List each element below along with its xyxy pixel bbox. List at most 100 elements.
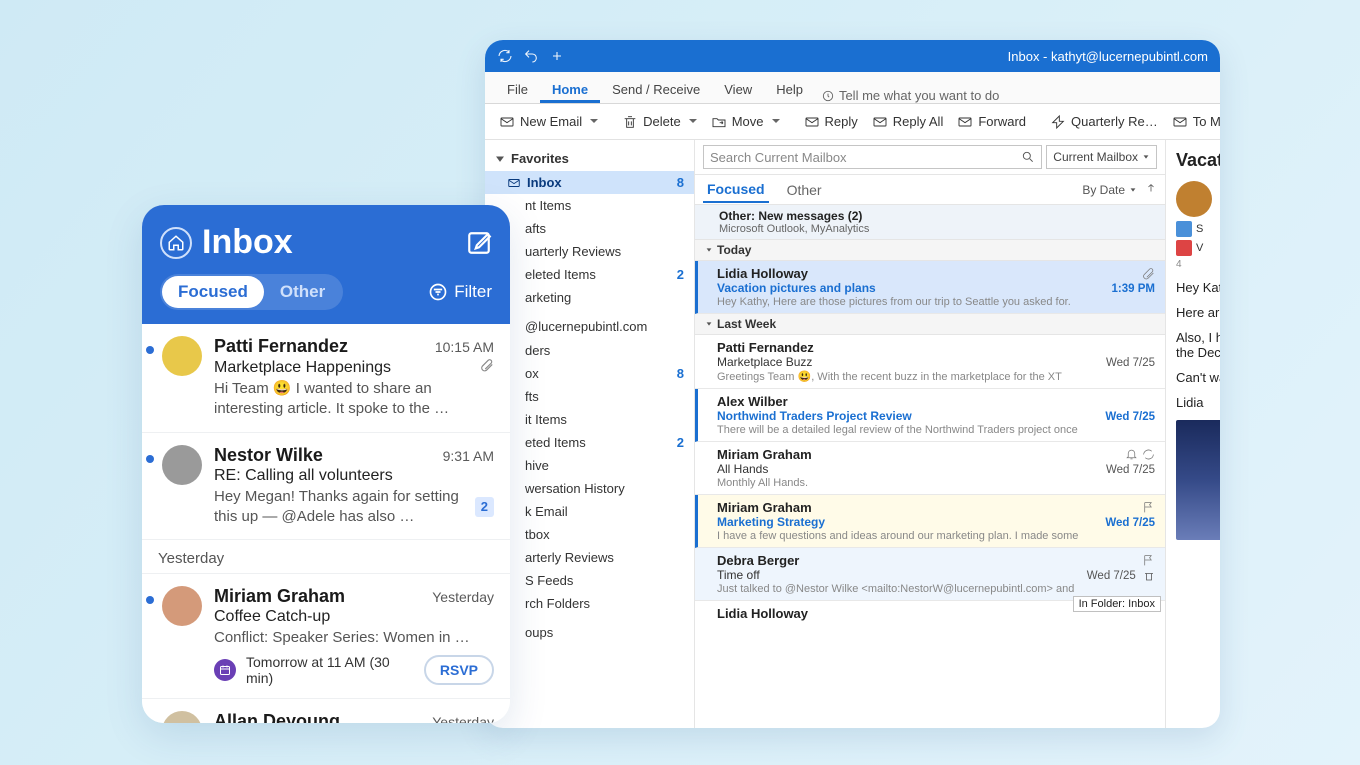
- mail-row[interactable]: Miriam Graham All HandsWed 7/25 Monthly …: [695, 442, 1165, 495]
- date-section-header: Yesterday: [142, 540, 510, 574]
- tab-file[interactable]: File: [495, 76, 540, 103]
- bell-icon: [1125, 448, 1138, 461]
- window-title: Inbox - kathyt@lucernepubintl.com: [1008, 49, 1208, 64]
- mail-time: 9:31 AM: [443, 448, 494, 464]
- outlook-desktop-window: Inbox - kathyt@lucernepubintl.com File H…: [485, 40, 1220, 728]
- folder-item[interactable]: wersation History: [485, 477, 694, 500]
- reading-pane: Vacat S V 4 Hey Katl Here are Also, I ht…: [1165, 140, 1220, 728]
- tab-other[interactable]: Other: [783, 178, 826, 202]
- mail-subject: Coffee Catch-up: [214, 608, 330, 626]
- sync-icon[interactable]: [497, 48, 513, 64]
- ribbon-commands: New Email Delete Move Reply Reply All Fo…: [485, 104, 1220, 140]
- avatar: [162, 445, 202, 485]
- sort-by-dropdown[interactable]: By Date: [1082, 183, 1137, 197]
- home-icon[interactable]: [160, 227, 192, 259]
- mobile-header: Inbox Focused Other Filter: [142, 205, 510, 324]
- mobile-mail-item[interactable]: Patti Fernandez 10:15 AM Marketplace Hap…: [142, 324, 510, 433]
- date-group-lastweek[interactable]: Last Week: [695, 314, 1165, 335]
- avatar: [162, 711, 202, 723]
- rsvp-time: Tomorrow at 11 AM (30 min): [246, 654, 414, 686]
- mobile-title: Inbox: [202, 223, 466, 262]
- paperclip-icon: [1142, 267, 1155, 280]
- paperclip-icon: [480, 358, 494, 377]
- folder-item[interactable]: it Items: [485, 408, 694, 431]
- folder-sent-items[interactable]: nt Items: [485, 194, 694, 217]
- focus-pill-group: Focused Other: [160, 274, 343, 310]
- favorites-header[interactable]: Favorites: [485, 146, 694, 171]
- folder-item[interactable]: k Email: [485, 500, 694, 523]
- sort-direction-icon[interactable]: [1137, 182, 1157, 197]
- undo-icon[interactable]: [523, 48, 539, 64]
- sender-name: Miriam Graham: [214, 586, 432, 607]
- filter-button[interactable]: Filter: [428, 282, 492, 302]
- folder-item[interactable]: S Feeds: [485, 569, 694, 592]
- tell-me-input[interactable]: Tell me what you want to do: [821, 88, 999, 103]
- mobile-inbox-card: Inbox Focused Other Filter Patti Fernand…: [142, 205, 510, 723]
- other-messages-banner[interactable]: Other: New messages (2) Microsoft Outloo…: [695, 205, 1165, 240]
- mail-preview: Hi Team 😃 I wanted to share an interesti…: [214, 379, 494, 420]
- attachment-chip[interactable]: V: [1176, 240, 1216, 256]
- avatar: [162, 586, 202, 626]
- mail-time: 10:15 AM: [435, 339, 494, 355]
- folder-item[interactable]: hive: [485, 454, 694, 477]
- forward-button[interactable]: Forward: [951, 111, 1032, 133]
- compose-icon[interactable]: [466, 230, 492, 256]
- quick-step-quarterly[interactable]: Quarterly Re…: [1044, 111, 1164, 133]
- sender-name: Nestor Wilke: [214, 445, 443, 466]
- folder-item[interactable]: ders: [485, 339, 694, 362]
- reply-all-button[interactable]: Reply All: [866, 111, 950, 133]
- title-bar: Inbox - kathyt@lucernepubintl.com: [485, 40, 1220, 72]
- mail-subject: RE: Calling all volunteers: [214, 467, 393, 485]
- sender-avatar: [1176, 181, 1212, 217]
- groups-header[interactable]: oups: [485, 615, 694, 645]
- delete-button[interactable]: Delete: [616, 111, 703, 133]
- folder-deleted-items[interactable]: eleted Items2: [485, 263, 694, 286]
- tab-help[interactable]: Help: [764, 76, 815, 103]
- folder-drafts[interactable]: afts: [485, 217, 694, 240]
- folder-item[interactable]: eted Items2: [485, 431, 694, 454]
- folder-item[interactable]: tbox: [485, 523, 694, 546]
- reply-button[interactable]: Reply: [798, 111, 864, 133]
- tab-other[interactable]: Other: [264, 276, 341, 308]
- mail-row[interactable]: Lidia Holloway Vacation pictures and pla…: [695, 261, 1165, 314]
- folder-item[interactable]: ox8: [485, 362, 694, 385]
- account-header[interactable]: @lucernepubintl.com: [485, 309, 694, 339]
- folder-pane: Favorites Inbox 8 nt Items afts uarterly…: [485, 140, 695, 728]
- sender-name: Patti Fernandez: [214, 336, 435, 357]
- delete-row-icon[interactable]: [1143, 570, 1155, 582]
- folder-item[interactable]: arterly Reviews: [485, 546, 694, 569]
- mail-row[interactable]: Miriam Graham Marketing StrategyWed 7/25…: [695, 495, 1165, 548]
- folder-item[interactable]: fts: [485, 385, 694, 408]
- qat-icon[interactable]: [549, 48, 565, 64]
- search-scope-dropdown[interactable]: Current Mailbox: [1046, 145, 1157, 169]
- search-input[interactable]: Search Current Mailbox: [703, 145, 1042, 169]
- mail-time: Yesterday: [432, 589, 494, 605]
- mobile-mail-item[interactable]: Miriam Graham Yesterday Coffee Catch-up …: [142, 574, 510, 699]
- folder-item[interactable]: rch Folders: [485, 592, 694, 615]
- folder-inbox[interactable]: Inbox 8: [485, 171, 694, 194]
- tab-view[interactable]: View: [712, 76, 764, 103]
- avatar: [162, 336, 202, 376]
- unread-dot: [146, 346, 154, 354]
- folder-tooltip: In Folder: Inbox: [1073, 596, 1161, 612]
- quick-step-to-manager[interactable]: To Manager: [1166, 111, 1220, 133]
- unread-dot: [146, 596, 154, 604]
- mail-row[interactable]: Debra Berger Time off Wed 7/25 Just talk…: [695, 548, 1165, 601]
- tab-send-receive[interactable]: Send / Receive: [600, 76, 712, 103]
- move-button[interactable]: Move: [705, 111, 786, 133]
- tab-focused[interactable]: Focused: [162, 276, 264, 308]
- unread-dot: [146, 455, 154, 463]
- mail-row[interactable]: Patti Fernandez Marketplace BuzzWed 7/25…: [695, 335, 1165, 389]
- mobile-mail-item[interactable]: Allan Deyoung Yesterday: [142, 699, 510, 723]
- new-email-button[interactable]: New Email: [493, 111, 604, 133]
- tab-focused[interactable]: Focused: [703, 177, 769, 203]
- reading-title: Vacat: [1176, 150, 1216, 171]
- date-group-today[interactable]: Today: [695, 240, 1165, 261]
- tab-home[interactable]: Home: [540, 76, 600, 103]
- rsvp-button[interactable]: RSVP: [424, 655, 494, 685]
- folder-marketing[interactable]: arketing: [485, 286, 694, 309]
- mobile-mail-item[interactable]: Nestor Wilke 9:31 AM RE: Calling all vol…: [142, 433, 510, 541]
- mail-row[interactable]: Alex Wilber Northwind Traders Project Re…: [695, 389, 1165, 442]
- folder-quarterly-reviews[interactable]: uarterly Reviews: [485, 240, 694, 263]
- attachment-chip[interactable]: S: [1176, 221, 1216, 237]
